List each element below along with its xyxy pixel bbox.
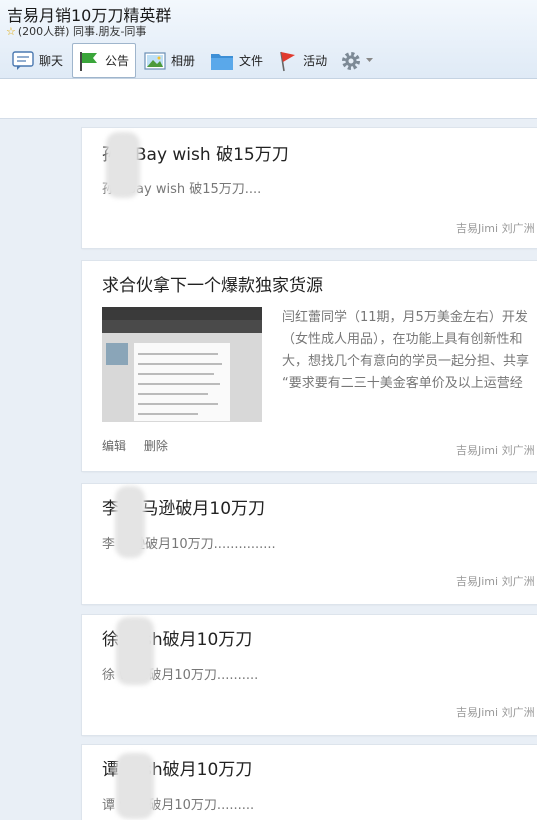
announcement-excerpt: 闫红蕾同学（11期，月5万美金左右）开发 （女性成人用品），在功能上具有创新性和…: [282, 307, 529, 395]
announcement-actions: 编辑 删除: [102, 437, 182, 454]
redacted-name-blur: [106, 132, 140, 198]
gear-icon: [342, 51, 361, 70]
album-icon: [144, 51, 166, 70]
announcement-image[interactable]: [102, 307, 262, 422]
redacted-name-blur: [116, 753, 154, 819]
edit-button[interactable]: 编辑: [102, 439, 126, 453]
excerpt-line: “要求要有二三十美金客单价及以上运营经: [282, 376, 523, 391]
screenshot-text-line: [138, 393, 208, 395]
redacted-name-blur: [116, 617, 154, 685]
screenshot-text-line: [138, 373, 214, 375]
tab-chat-label: 聊天: [39, 54, 64, 68]
excerpt-line: （女性成人用品），在功能上具有创新性和: [282, 332, 523, 347]
announcement-card[interactable]: 谭 wish破月10万刀 谭 wish破月10万刀.........: [82, 745, 537, 820]
group-subtitle-text: (200人群) 同事.朋友-同事: [17, 25, 147, 38]
screenshot-text-line: [138, 353, 218, 355]
screenshot-text-line: [138, 413, 198, 415]
tab-files-label: 文件: [239, 54, 264, 68]
screenshot-avatar: [106, 343, 128, 365]
screenshot-subheader: [102, 320, 262, 333]
redacted-name-blur: [115, 486, 145, 558]
announcement-author: 吉易Jimi 刘广洲: [456, 575, 535, 588]
tab-announcement[interactable]: 公告: [72, 43, 137, 78]
group-toolbar: 聊天 公告 相册 文件 活动: [6, 43, 377, 78]
red-flag-icon: [280, 51, 296, 71]
announcement-feed[interactable]: 孙 eBay wish 破15万刀 孙 eBay wish 破15万刀.... …: [0, 120, 537, 820]
tab-activity[interactable]: 活动: [272, 45, 334, 77]
screenshot-text-line: [138, 363, 222, 365]
announcement-card[interactable]: 求合伙拿下一个爆款独家货源 闫红蕾同学（11期，月5万美金左右）开发 （女性成人…: [82, 261, 537, 471]
announcement-card[interactable]: 李 亚马逊破月10万刀 李 马逊破月10万刀............... 吉易…: [82, 484, 537, 604]
tab-chat[interactable]: 聊天: [6, 45, 70, 77]
announcement-title[interactable]: 求合伙拿下一个爆款独家货源: [102, 271, 323, 296]
announcement-author: 吉易Jimi 刘广洲: [456, 444, 535, 457]
flag-icon: [80, 51, 98, 71]
tab-album-label: 相册: [171, 54, 196, 68]
chat-icon: [12, 50, 34, 70]
announcement-top-bar: [0, 79, 537, 119]
announcement-card[interactable]: 徐 wish破月10万刀 徐 wish破月10万刀.......... 吉易Ji…: [82, 615, 537, 735]
folder-icon: [211, 53, 234, 70]
announcement-author: 吉易Jimi 刘广洲: [456, 706, 535, 719]
excerpt-line: 大，想找几个有意向的学员一起分担、共享: [282, 354, 530, 369]
group-header: 吉易月销10万刀精英群 ☆ (200人群) 同事.朋友-同事 聊天 公告 相册 …: [0, 0, 537, 79]
star-icon: ☆: [6, 24, 16, 38]
announcement-author: 吉易Jimi 刘广洲: [456, 222, 535, 235]
tab-announcement-label: 公告: [105, 54, 130, 68]
screenshot-text-line: [138, 403, 218, 405]
announcement-card[interactable]: 孙 eBay wish 破15万刀 孙 eBay wish 破15万刀.... …: [82, 128, 537, 248]
settings-menu-button[interactable]: [336, 46, 377, 76]
tab-album[interactable]: 相册: [138, 45, 202, 77]
tab-files[interactable]: 文件: [204, 45, 270, 77]
group-subtitle: ☆ (200人群) 同事.朋友-同事: [6, 23, 146, 39]
screenshot-text-line: [138, 383, 220, 385]
tab-activity-label: 活动: [303, 54, 328, 68]
chevron-down-icon: [366, 58, 374, 62]
excerpt-line: 闫红蕾同学（11期，月5万美金左右）开发: [282, 310, 528, 325]
delete-button[interactable]: 删除: [144, 439, 168, 453]
